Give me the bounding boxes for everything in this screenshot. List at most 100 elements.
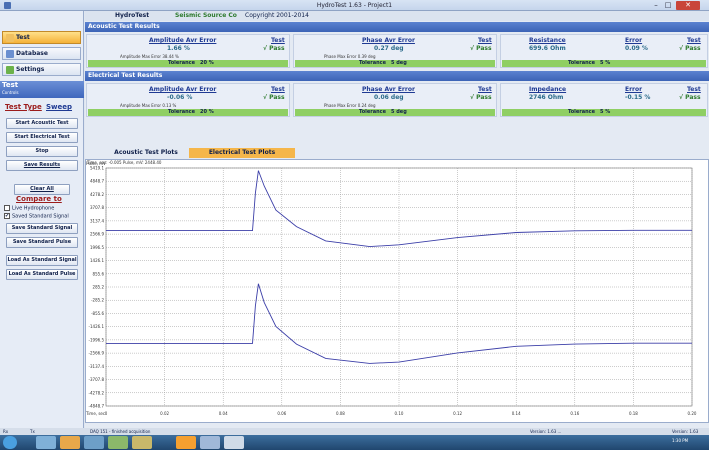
clear-all-button[interactable]: Clear All: [14, 184, 70, 195]
app3-icon[interactable]: [200, 436, 220, 449]
save-standard-pulse-button[interactable]: Save Standard Pulse: [6, 237, 78, 248]
electrical-amplitude-panel: Amplitude Avr Error Test -0.06 % √ Pass …: [86, 83, 290, 117]
nav-settings-label: Settings: [16, 66, 45, 73]
compare-to-label: Compare to: [16, 195, 62, 203]
panel-title: Amplitude Avr Error: [149, 37, 217, 44]
nav-test[interactable]: Test: [2, 31, 81, 44]
acoustic-resistance-panel: Resistance Error Test 699.6 Ohm 0.09 % √…: [500, 34, 708, 68]
x-tick-label: 0.14: [512, 411, 521, 416]
tolerance-label: Tolerance: [568, 109, 596, 115]
y-tick-label: 1426.1: [90, 258, 104, 263]
panel-value: 699.6 Ohm: [529, 45, 566, 52]
tab-acoustic-plots[interactable]: Acoustic Test Plots: [105, 148, 187, 158]
clock: 1:30 PM: [672, 438, 689, 443]
panel-value: 2746 Ohm: [529, 94, 564, 101]
tab-sweep[interactable]: Sweep: [46, 103, 72, 111]
status-bar: Rx Tx DAQ 151 - finished acquisition Ver…: [0, 428, 709, 435]
saved-standard-signal-checkbox[interactable]: ✔ Saved Standard Signal: [4, 213, 69, 221]
app-name: HydroTest: [115, 12, 150, 19]
save-results-button[interactable]: Save Results: [6, 160, 78, 171]
panel-result: √ Pass: [263, 45, 285, 52]
hydrotest-taskbar-icon[interactable]: [176, 436, 196, 449]
panel-max-error: Amplitude Max Error 0.13 %: [120, 103, 177, 108]
electrical-impedance-panel: Impedance Error Test 2746 Ohm -0.15 % √ …: [500, 83, 708, 117]
x-tick-label: 0.16: [570, 411, 579, 416]
electrical-phase-panel: Phase Avr Error Test 0.06 deg √ Pass Pha…: [293, 83, 497, 117]
start-icon[interactable]: [3, 436, 17, 449]
y-tick-label: 3707.8: [90, 205, 104, 210]
acoustic-results-header: Acoustic Test Results: [85, 22, 709, 32]
tab-test-type[interactable]: Test Type: [5, 103, 42, 111]
minimize-button[interactable]: –: [650, 1, 662, 10]
x-tick-label: 0: [105, 411, 108, 416]
explorer-icon[interactable]: [60, 436, 80, 449]
x-tick-label: 0.02: [160, 411, 169, 416]
panel-test-label: Test: [271, 86, 285, 93]
panel-result: √ Pass: [679, 45, 701, 52]
close-button[interactable]: ✕: [676, 1, 700, 10]
y-tick-label: 4278.2: [90, 192, 104, 197]
y-tick-label: 5419.1: [90, 166, 104, 171]
tolerance-label: Tolerance: [168, 60, 196, 66]
start-acoustic-test-button[interactable]: Start Acoustic Test: [6, 118, 78, 129]
panel-title: Phase Avr Error: [362, 86, 415, 93]
cursor-readout: Time, sec: -0.005 Pulse, mV: 2448.40: [87, 160, 162, 165]
version-middle: Version: 1.63 ...: [530, 429, 562, 434]
y-tick-label: -3137.4: [89, 364, 105, 369]
version-right: Version: 1.63: [672, 429, 699, 434]
database-icon: [6, 50, 14, 58]
pulse-series-line: [106, 283, 692, 364]
panel-error-value: -0.15 %: [625, 94, 651, 101]
panel-result: √ Pass: [263, 94, 285, 101]
tolerance-value: 5 deg: [391, 109, 407, 115]
panel-title: Amplitude Avr Error: [149, 86, 217, 93]
load-standard-signal-button[interactable]: Load As Standard Signal: [6, 255, 78, 266]
load-standard-pulse-button[interactable]: Load As Standard Pulse: [6, 269, 78, 280]
panel-test-label: Test: [478, 37, 492, 44]
y-tick-label: -4848.7: [89, 404, 105, 409]
tolerance-label: Tolerance: [359, 60, 387, 66]
y-tick-label: 1996.5: [90, 245, 104, 250]
x-tick-label: 0.12: [453, 411, 462, 416]
tab-electrical-plots[interactable]: Electrical Test Plots: [189, 148, 295, 158]
folder-icon[interactable]: [84, 436, 104, 449]
panel-title: Resistance: [529, 37, 566, 44]
tolerance-bar: Tolerance 5 %: [502, 109, 706, 116]
y-tick-label: 3137.4: [90, 218, 104, 223]
tolerance-bar: Tolerance 20 %: [88, 60, 288, 67]
y-tick-label: -1996.5: [89, 337, 105, 342]
y-tick-label: -3707.8: [89, 377, 105, 382]
rx-indicator: Rx: [3, 429, 9, 434]
panel-max-error: Phase Max Error 0.24 deg: [324, 103, 376, 108]
test-header: Test Controls: [0, 81, 84, 98]
y-tick-label: -4278.2: [89, 390, 105, 395]
plot-area[interactable]: Time, sec: -0.005 Pulse, mV: 2448.40 Pul…: [85, 159, 709, 423]
panel-test-label: Test: [687, 37, 701, 44]
maximize-button[interactable]: □: [662, 1, 674, 10]
x-tick-label: 0.04: [219, 411, 228, 416]
y-tick-label: -285.2: [91, 298, 104, 303]
panel-test-label: Test: [478, 86, 492, 93]
panel-test-label: Test: [271, 37, 285, 44]
tolerance-bar: Tolerance 5 %: [502, 60, 706, 67]
tolerance-label: Tolerance: [359, 109, 387, 115]
taskbar: 1:30 PM: [0, 435, 709, 450]
copyright: Copyright 2001-2014: [245, 12, 309, 19]
app-icon-taskbar[interactable]: [108, 436, 128, 449]
app2-icon[interactable]: [132, 436, 152, 449]
company-name: Seismic Source Co: [175, 12, 237, 19]
save-standard-signal-button[interactable]: Save Standard Signal: [6, 223, 78, 234]
live-hydrophone-checkbox[interactable]: Live Hydrophone: [4, 205, 54, 213]
app4-icon[interactable]: [224, 436, 244, 449]
start-electrical-test-button[interactable]: Start Electrical Test: [6, 132, 78, 143]
x-tick-label: 0.18: [629, 411, 638, 416]
y-tick-label: -1426.1: [89, 324, 105, 329]
panel-error-label: Error: [625, 86, 643, 93]
title-bar: HydroTest 1.63 - Project1 – □ ✕: [0, 0, 709, 11]
ie-icon[interactable]: [36, 436, 56, 449]
nav-settings[interactable]: Settings: [2, 63, 81, 76]
panel-title: Phase Avr Error: [362, 37, 415, 44]
nav-database[interactable]: Database: [2, 47, 81, 60]
tolerance-bar: Tolerance 5 deg: [295, 60, 495, 67]
stop-button[interactable]: Stop: [6, 146, 78, 157]
